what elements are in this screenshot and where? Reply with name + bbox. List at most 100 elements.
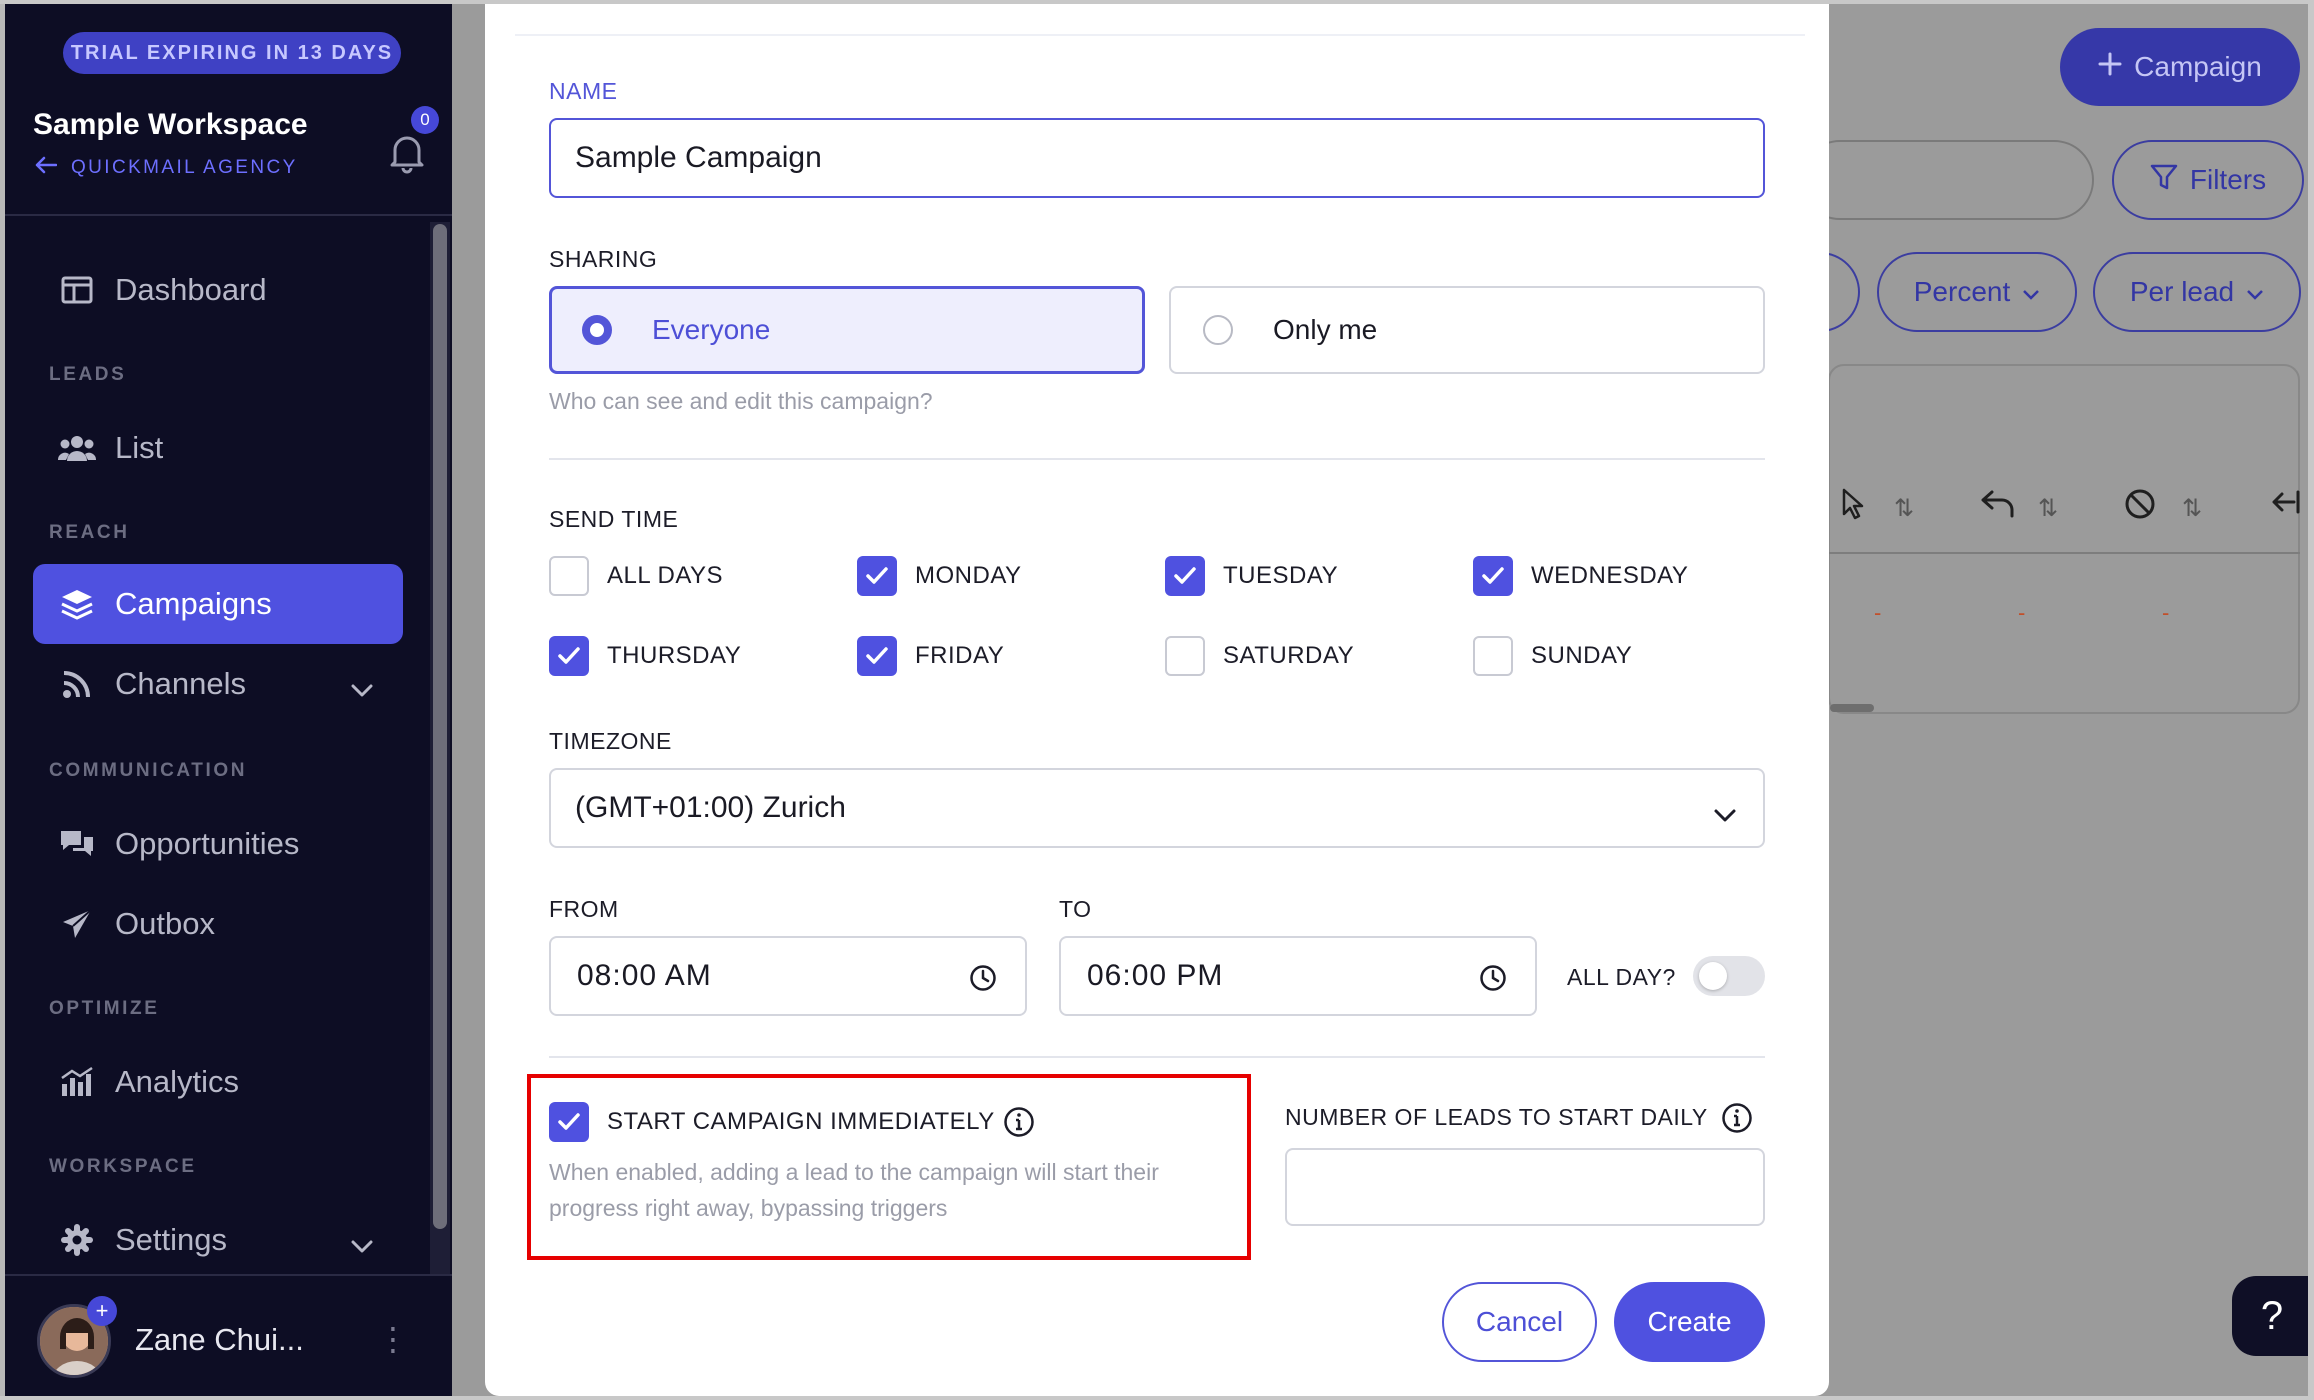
info-icon[interactable]	[1003, 1106, 1035, 1138]
start-immediately-checkbox[interactable]: START CAMPAIGN IMMEDIATELY	[549, 1102, 995, 1142]
sharing-option-only-me[interactable]: Only me	[1169, 286, 1765, 374]
day-label: WEDNESDAY	[1531, 562, 1689, 589]
arrow-left-icon	[35, 156, 58, 180]
sharing-option-everyone[interactable]: Everyone	[549, 286, 1145, 374]
checkmark-icon	[857, 636, 897, 676]
day-checkbox-all-days[interactable]: ALL DAYS	[549, 556, 723, 596]
sidebar-item-label: Opportunities	[115, 826, 300, 861]
section-divider	[549, 458, 1765, 460]
add-account-icon[interactable]: +	[87, 1296, 117, 1326]
start-immediately-helper-line-1: When enabled, adding a lead to the campa…	[549, 1159, 1159, 1185]
clock-icon[interactable]	[1479, 964, 1507, 1000]
sidebar: TRIAL EXPIRING IN 13 DAYS Sample Workspa…	[0, 0, 452, 1400]
collapse-left-icon[interactable]	[2268, 488, 2300, 524]
day-label: SATURDAY	[1223, 642, 1355, 669]
chevron-down-icon	[1713, 798, 1737, 832]
sidebar-item-label: Outbox	[115, 906, 215, 941]
table-cell: -	[2018, 600, 2026, 625]
sidebar-item-outbox[interactable]: Outbox	[33, 884, 403, 964]
sort-icon[interactable]: ⇅	[1894, 494, 1914, 523]
sharing-label: SHARING	[549, 246, 658, 272]
kebab-menu-icon[interactable]: ⋮	[377, 1320, 409, 1358]
day-checkbox-sunday[interactable]: SUNDAY	[1473, 636, 1632, 676]
create-campaign-modal: NAME Sample Campaign SHARING Everyone On…	[485, 0, 1829, 1396]
bar-chart-icon	[55, 1060, 99, 1104]
radio-unselected-icon	[1203, 315, 1233, 345]
checkbox-unchecked-icon	[1165, 636, 1205, 676]
table-scrollbar[interactable]	[1830, 704, 1874, 712]
day-checkbox-tuesday[interactable]: TUESDAY	[1165, 556, 1338, 596]
trial-badge[interactable]: TRIAL EXPIRING IN 13 DAYS	[63, 32, 401, 74]
sidebar-item-label: Settings	[115, 1222, 228, 1257]
bell-icon[interactable]	[387, 130, 427, 174]
all-day-label: ALL DAY?	[1567, 964, 1676, 990]
section-divider	[549, 1056, 1765, 1058]
section-label-reach: REACH	[49, 522, 130, 543]
day-checkbox-wednesday[interactable]: WEDNESDAY	[1473, 556, 1688, 596]
send-time-label: SEND TIME	[549, 506, 679, 532]
campaign-name-input[interactable]: Sample Campaign	[549, 118, 1765, 198]
percent-dropdown[interactable]: Percent	[1877, 252, 2077, 332]
sidebar-item-label: List	[115, 430, 164, 465]
radio-selected-icon	[582, 315, 612, 345]
leads-daily-input[interactable]	[1285, 1148, 1765, 1226]
day-checkbox-monday[interactable]: MONDAY	[857, 556, 1022, 596]
sidebar-item-channels[interactable]: Channels	[33, 644, 403, 724]
plus-icon	[2098, 51, 2122, 83]
to-label: TO	[1059, 896, 1092, 922]
clock-icon[interactable]	[969, 964, 997, 1000]
day-label: THURSDAY	[607, 642, 742, 669]
window-frame	[0, 1396, 2314, 1400]
chevron-down-icon	[351, 1226, 373, 1262]
cancel-button[interactable]: Cancel	[1442, 1282, 1597, 1362]
day-label: SUNDAY	[1531, 642, 1633, 669]
ban-icon[interactable]	[2124, 488, 2156, 528]
user-menu[interactable]: + Zane Chui... ⋮	[5, 1274, 452, 1400]
timezone-label: TIMEZONE	[549, 728, 672, 754]
timezone-value: (GMT+01:00) Zurich	[575, 791, 846, 824]
from-time-value: 08:00 AM	[577, 959, 712, 992]
sidebar-divider	[5, 214, 452, 216]
sort-icon[interactable]: ⇅	[2182, 494, 2202, 523]
to-time-input[interactable]: 06:00 PM	[1059, 936, 1537, 1016]
sidebar-item-analytics[interactable]: Analytics	[33, 1042, 403, 1122]
sharing-option-label: Only me	[1273, 314, 1378, 345]
per-lead-dropdown[interactable]: Per lead	[2093, 252, 2301, 332]
info-icon[interactable]	[1721, 1102, 1753, 1134]
sort-icon[interactable]: ⇅	[2038, 494, 2058, 523]
table-cell: -	[1874, 600, 1882, 625]
create-button[interactable]: Create	[1614, 1282, 1765, 1362]
workspace-switcher[interactable]: QUICKMAIL AGENCY	[35, 156, 298, 180]
percent-label: Percent	[1913, 276, 2011, 307]
timezone-select[interactable]: (GMT+01:00) Zurich	[549, 768, 1765, 848]
day-checkbox-friday[interactable]: FRIDAY	[857, 636, 1004, 676]
paper-plane-icon	[55, 902, 99, 946]
name-label: NAME	[549, 78, 618, 104]
section-label-workspace: WORKSPACE	[49, 1156, 197, 1177]
reply-icon[interactable]	[1980, 488, 2016, 526]
sidebar-item-settings[interactable]: Settings	[33, 1200, 403, 1280]
sidebar-item-campaigns[interactable]: Campaigns	[33, 564, 403, 644]
checkmark-icon	[1165, 556, 1205, 596]
new-campaign-button[interactable]: Campaign	[2060, 28, 2300, 106]
sidebar-item-dashboard[interactable]: Dashboard	[33, 250, 403, 330]
sidebar-scrollbar[interactable]	[433, 224, 447, 1229]
sharing-option-label: Everyone	[652, 314, 771, 345]
help-button[interactable]: ?	[2232, 1276, 2312, 1356]
table-cell: -	[2162, 600, 2170, 625]
day-checkbox-thursday[interactable]: THURSDAY	[549, 636, 741, 676]
day-checkbox-saturday[interactable]: SATURDAY	[1165, 636, 1354, 676]
from-time-input[interactable]: 08:00 AM	[549, 936, 1027, 1016]
workspace-name[interactable]: Sample Workspace	[33, 108, 308, 142]
sidebar-item-opportunities[interactable]: Opportunities	[33, 804, 403, 884]
search-input[interactable]	[1800, 140, 2094, 220]
sharing-helper-text: Who can see and edit this campaign?	[549, 388, 933, 414]
sidebar-item-label: Channels	[115, 666, 246, 701]
per-lead-label: Per lead	[2129, 276, 2235, 307]
pointer-icon[interactable]	[1840, 488, 1868, 528]
filters-button[interactable]: Filters	[2112, 140, 2304, 220]
sidebar-item-list[interactable]: List	[33, 408, 403, 488]
window-frame	[0, 0, 2314, 4]
start-immediately-helper-line-2: progress right away, bypassing triggers	[549, 1195, 948, 1221]
toggle-knob	[1699, 962, 1727, 990]
